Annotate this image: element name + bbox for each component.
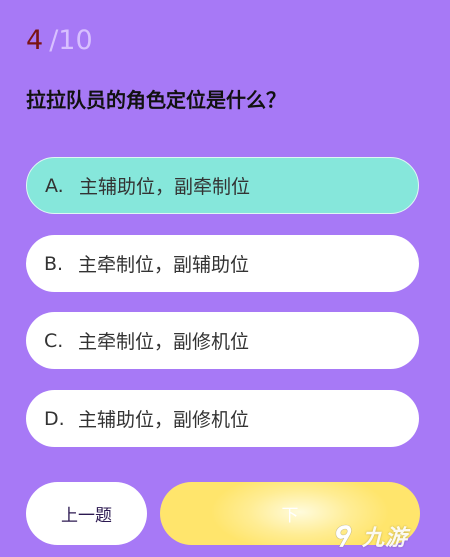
option-b[interactable]: B. 主牵制位，副辅助位 (26, 235, 419, 292)
watermark-text: 九游 (362, 525, 409, 551)
option-text: 主辅助位，副修机位 (78, 409, 250, 431)
quiz-panel: 4 /10 拉拉队员的角色定位是什么？ A. 主辅助位，副牵制位 B. 主牵制位… (0, 0, 450, 557)
option-letter: D. (44, 407, 65, 430)
question-progress: 4 /10 (26, 24, 93, 58)
option-text: 主牵制位，副辅助位 (78, 254, 250, 276)
nine-game-logo-icon (335, 524, 352, 548)
option-letter: A. (45, 174, 64, 197)
option-a[interactable]: A. 主辅助位，副牵制位 (26, 157, 419, 214)
current-question-number: 4 (26, 25, 44, 56)
next-question-label: 下 (281, 506, 299, 526)
watermark: 九游 (330, 518, 448, 554)
option-text: 主辅助位，副牵制位 (79, 176, 251, 198)
question-text: 拉拉队员的角色定位是什么？ (26, 88, 286, 112)
option-c[interactable]: C. 主牵制位，副修机位 (26, 312, 419, 369)
option-letter: B. (44, 252, 64, 275)
option-letter: C. (44, 329, 64, 352)
total-question-count: /10 (49, 25, 93, 56)
previous-question-button[interactable]: 上一题 (26, 482, 147, 545)
option-text: 主牵制位，副修机位 (78, 331, 250, 353)
option-d[interactable]: D. 主辅助位，副修机位 (26, 390, 419, 447)
